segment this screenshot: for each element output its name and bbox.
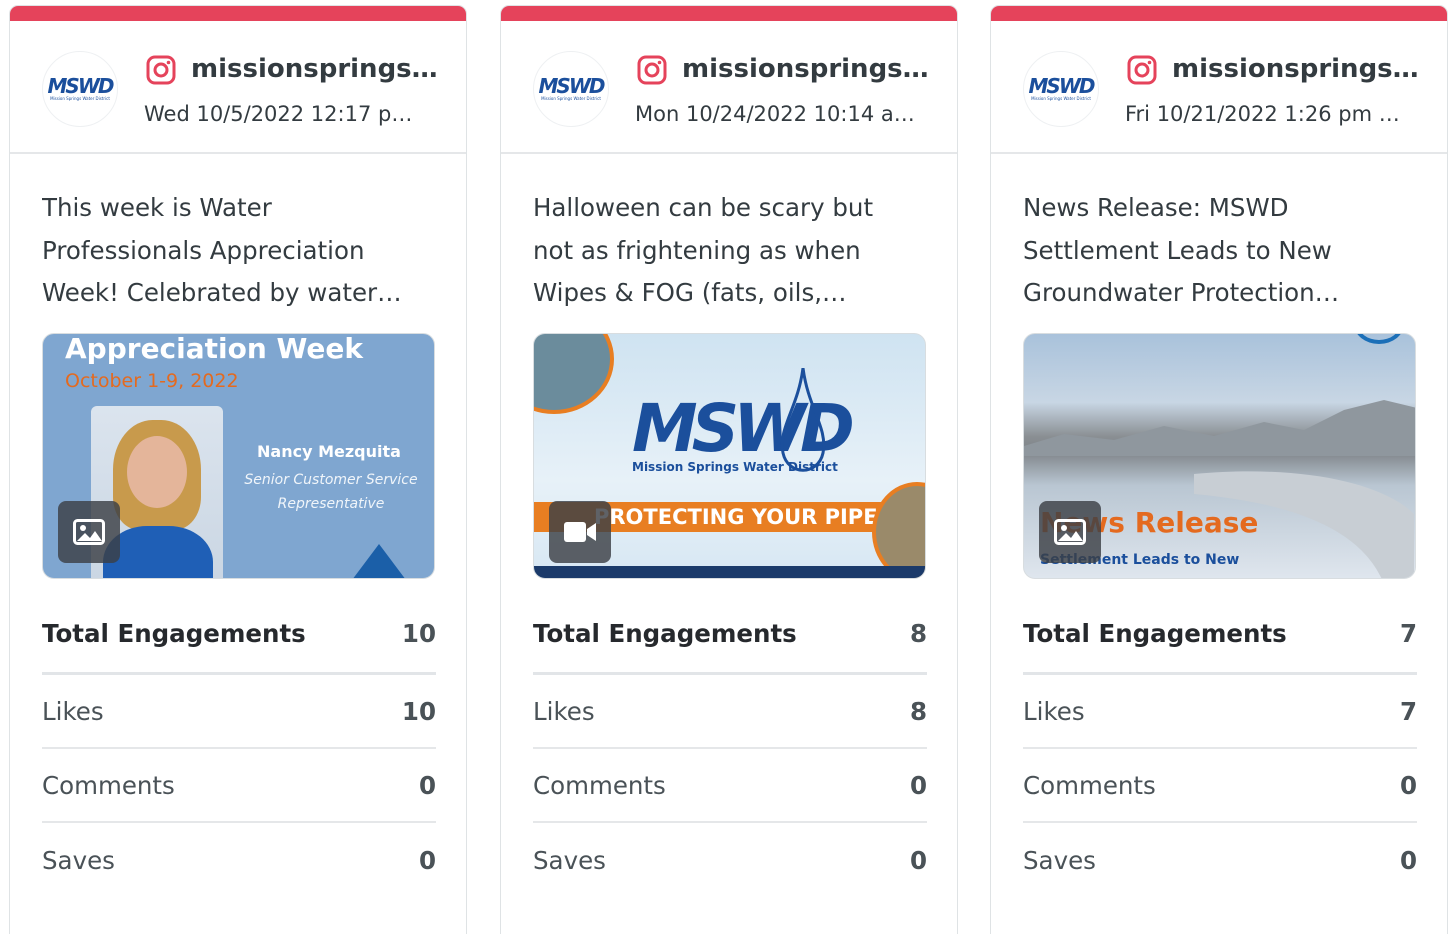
aerial-photo-circle [534,334,614,414]
account-handle[interactable]: missionsprings… [1172,51,1422,87]
stat-label: Total Engagements [533,619,797,648]
stat-label: Comments [42,770,175,800]
avatar[interactable]: MSWD Mission Springs Water District [533,51,609,127]
image-icon [1054,519,1086,545]
stat-total-engagements: Total Engagements 7 [1023,611,1417,675]
card-header: MSWD Mission Springs Water District miss… [991,21,1447,154]
avatar[interactable]: MSWD Mission Springs Water District [1023,51,1099,127]
stat-value: 7 [1399,696,1417,726]
engagement-stats: Total Engagements 10 Likes 10 Comments 0… [42,611,436,897]
avatar-logo-text: MSWD [1028,74,1096,98]
engagement-stats: Total Engagements 7 Likes 7 Comments 0 S… [1023,611,1417,897]
stat-saves: Saves 0 [1023,823,1417,897]
stat-value: 7 [1399,619,1417,648]
post-media[interactable]: News Release Settlement Leads to New [1023,333,1416,579]
stat-value: 0 [418,845,436,875]
stat-value: 0 [909,770,927,800]
stat-label: Saves [1023,845,1096,875]
stat-likes: Likes 8 [533,675,927,749]
post-card[interactable]: MSWD Mission Springs Water District miss… [990,5,1448,934]
stat-comments: Comments 0 [1023,749,1417,823]
post-card[interactable]: MSWD Mission Springs Water District miss… [500,5,958,934]
stat-label: Total Engagements [42,619,306,648]
stat-label: Saves [42,845,115,875]
avatar-logo-text: MSWD [538,74,606,98]
stat-saves: Saves 0 [533,823,927,897]
avatar-logo-subtext: Mission Springs Water District [50,96,110,101]
stat-label: Likes [1023,696,1085,726]
stat-value: 10 [401,619,436,648]
stat-value: 8 [909,619,927,648]
card-header: MSWD Mission Springs Water District miss… [501,21,957,154]
post-text: Halloween can be scary but not as fright… [533,193,874,307]
media-ribbon-text: PROTECTING YOUR PIPES [594,505,893,529]
stat-label: Likes [42,696,104,726]
post-text: News Release: MSWD Settlement Leads to N… [1023,193,1340,307]
stat-likes: Likes 10 [42,675,436,749]
stat-likes: Likes 7 [1023,675,1417,749]
media-type-badge [1039,501,1101,563]
stat-label: Likes [533,696,595,726]
post-date: Wed 10/5/2022 12:17 p… [144,102,413,126]
engagement-stats: Total Engagements 8 Likes 8 Comments 0 S… [533,611,927,897]
stat-value: 10 [401,696,436,726]
avatar-logo-subtext: Mission Springs Water District [1031,96,1091,101]
media-type-badge [58,501,120,563]
media-person-name: Nancy Mezquita [257,442,401,461]
water-drop-graphic [780,368,826,472]
media-dates: October 1-9, 2022 [65,370,239,392]
stat-total-engagements: Total Engagements 10 [42,611,436,675]
video-icon [564,522,596,542]
stat-value: 0 [909,845,927,875]
avatar-logo-subtext: Mission Springs Water District [541,96,601,101]
stat-value: 0 [1399,770,1417,800]
post-media[interactable]: MSWD Mission Springs Water District PROT… [533,333,926,579]
post-cards-grid: MSWD Mission Springs Water District miss… [0,0,1452,934]
media-person-role: Senior Customer Service Representative [244,472,418,512]
stat-value: 8 [909,696,927,726]
instagram-icon [146,55,176,85]
stat-label: Comments [1023,770,1156,800]
stat-saves: Saves 0 [42,823,436,897]
post-media[interactable]: Appreciation Week October 1-9, 2022 Nanc… [42,333,435,579]
drop-logo-graphic [353,544,405,578]
card-accent-bar [501,6,957,21]
stat-label: Saves [533,845,606,875]
card-accent-bar [991,6,1447,21]
card-accent-bar [10,6,466,21]
stat-value: 0 [418,770,436,800]
post-date: Mon 10/24/2022 10:14 a… [635,102,915,126]
stat-label: Total Engagements [1023,619,1287,648]
media-bottom-bar [534,566,925,578]
image-icon [73,519,105,545]
aerial-photo-circle [872,482,925,578]
stat-comments: Comments 0 [533,749,927,823]
stat-total-engagements: Total Engagements 8 [533,611,927,675]
avatar-logo-text: MSWD [47,74,115,98]
account-handle[interactable]: missionsprings… [191,51,441,87]
media-title: Appreciation Week [65,333,364,365]
stat-label: Comments [533,770,666,800]
avatar[interactable]: MSWD Mission Springs Water District [42,51,118,127]
media-type-badge [549,501,611,563]
card-header: MSWD Mission Springs Water District miss… [10,21,466,154]
stat-value: 0 [1399,845,1417,875]
account-handle[interactable]: missionsprings… [682,51,932,87]
stat-comments: Comments 0 [42,749,436,823]
instagram-icon [637,55,667,85]
post-text: This week is Water Professionals Appreci… [42,193,402,307]
post-card[interactable]: MSWD Mission Springs Water District miss… [9,5,467,934]
instagram-icon [1127,55,1157,85]
logo-ring-graphic [1354,334,1404,344]
post-date: Fri 10/21/2022 1:26 pm … [1125,102,1400,126]
